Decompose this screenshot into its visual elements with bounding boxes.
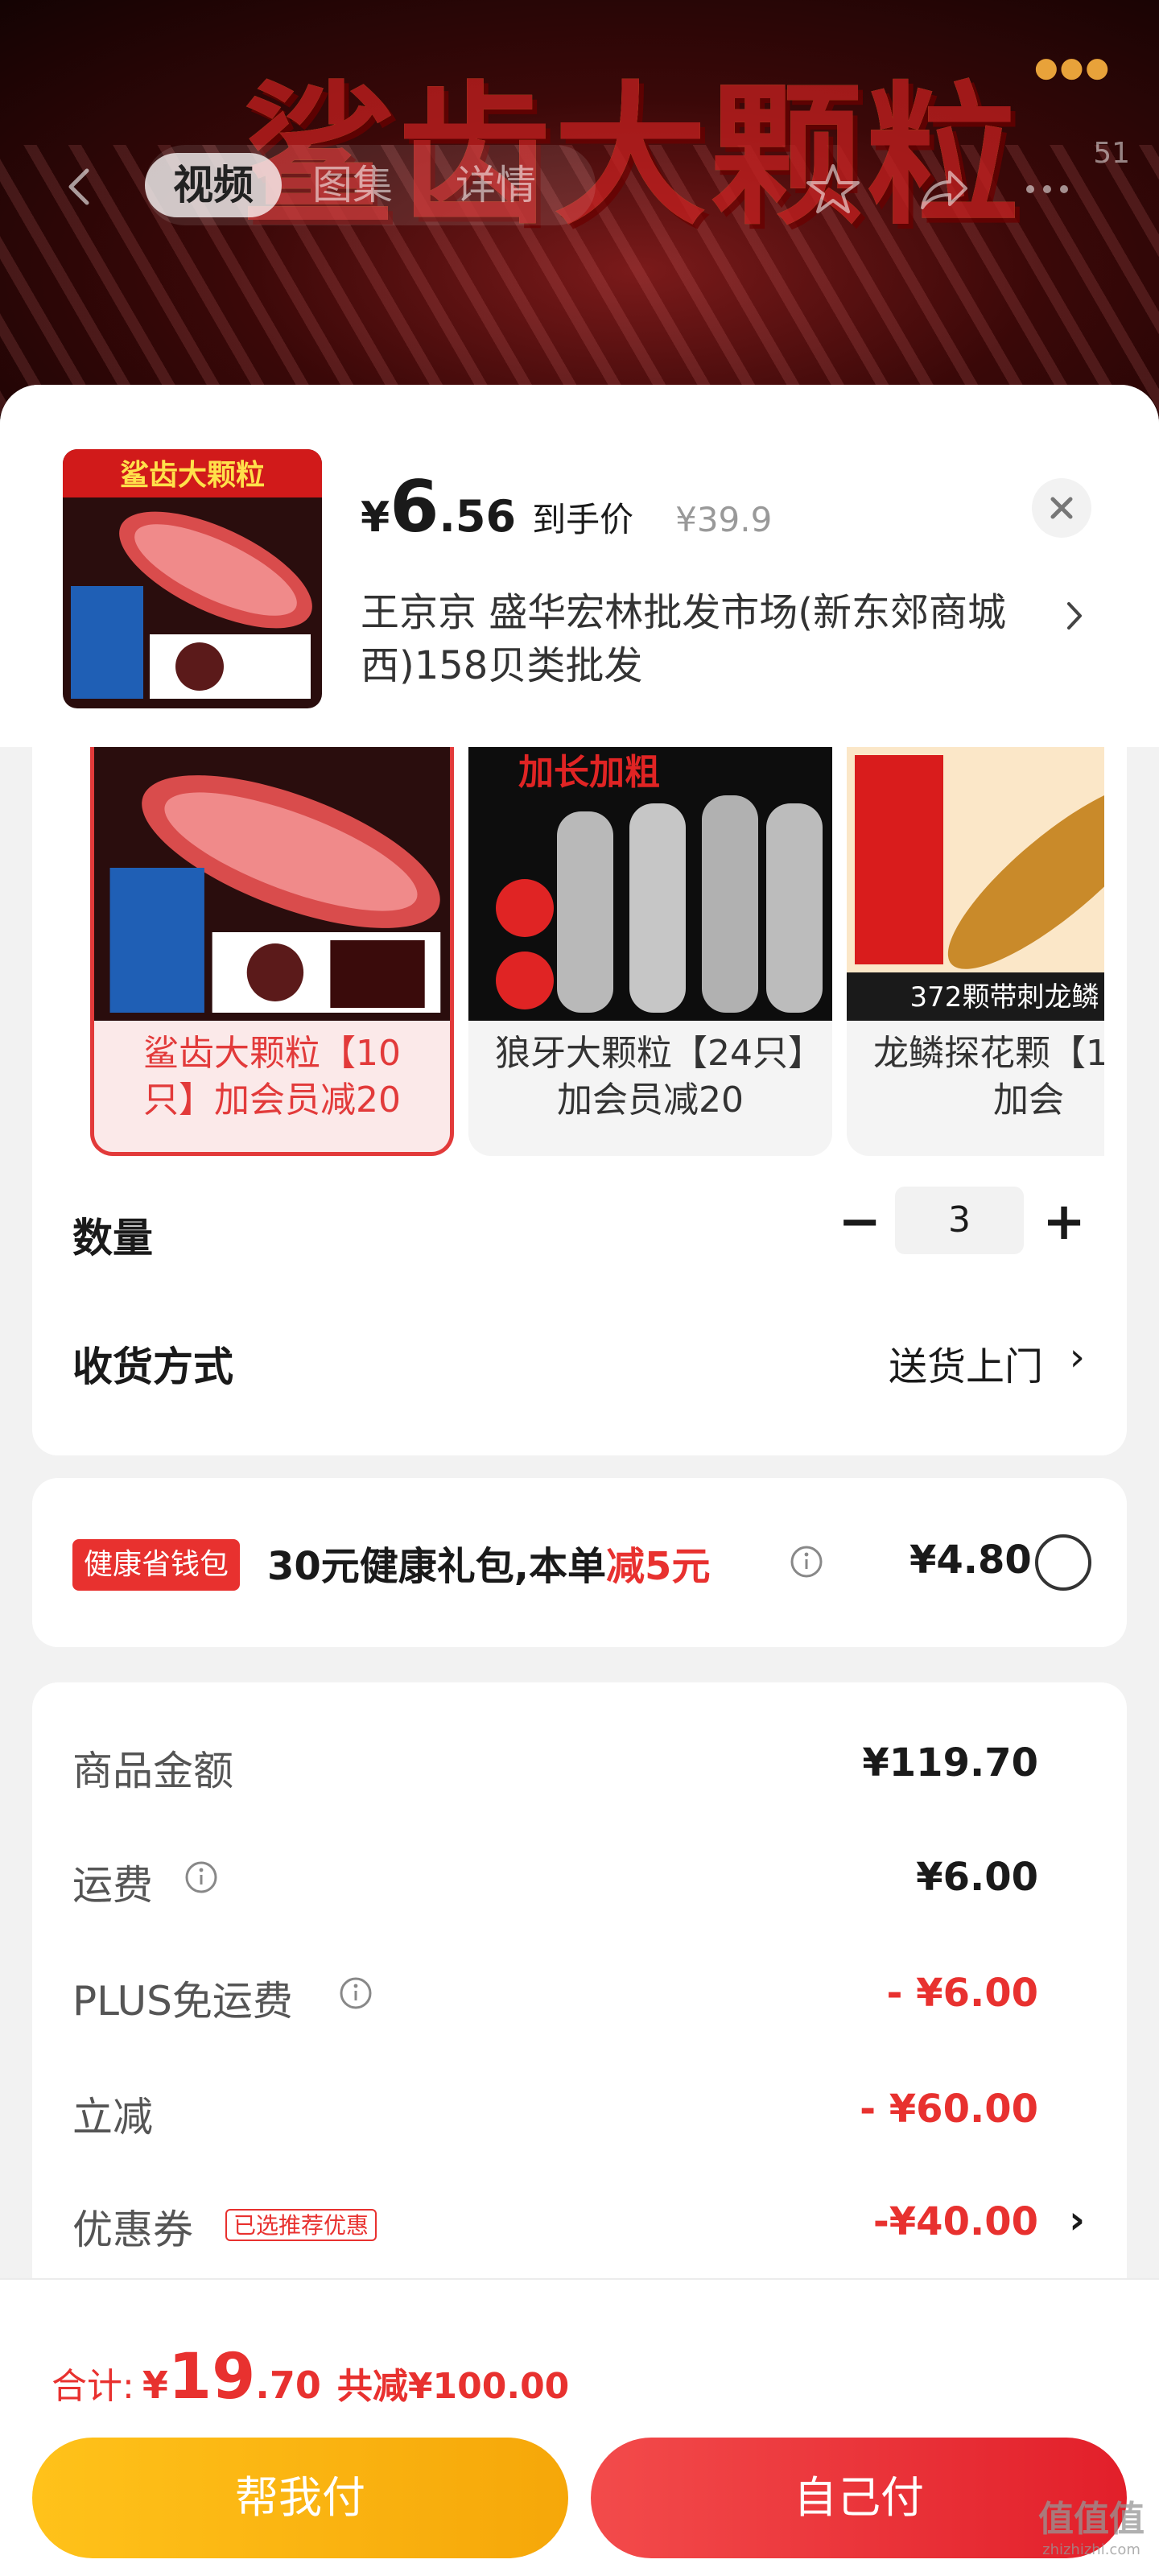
thumbnail-title: 鲨齿大颗粒 — [120, 459, 265, 492]
more-options-icon[interactable] — [1019, 161, 1075, 217]
variant-1-image — [94, 747, 450, 1021]
share-icon[interactable] — [914, 161, 971, 217]
total-symbol: ¥ — [142, 2363, 168, 2407]
summary-plus-free-shipping-label: PLUS免运费 — [72, 1978, 293, 2025]
help-me-pay-button[interactable]: 帮我付 — [32, 2438, 568, 2558]
plus-shipping-info-icon[interactable] — [338, 1975, 373, 2011]
options-card: 鲨齿大颗粒【10只】加会员减20 加长加粗 狼牙大颗粒【24只】加会员减20 3… — [32, 747, 1127, 1455]
variant-2-image: 加长加粗 — [468, 747, 832, 1021]
health-package-amount: ¥4.80 — [909, 1538, 1032, 1583]
total-integer: 19 — [167, 2341, 256, 2413]
total-saved: 共减¥100.00 — [336, 2366, 570, 2407]
summary-instant-discount-label: 立减 — [72, 2094, 153, 2140]
summary-plus-free-shipping-value: - ¥6.00 — [886, 1971, 1038, 2016]
original-price: ¥39.9 — [675, 500, 773, 539]
health-package-discount: 减5元 — [606, 1544, 711, 1589]
quantity-label: 数量 — [72, 1215, 153, 1261]
back-arrow-icon[interactable] — [56, 163, 105, 211]
variant-option-2[interactable]: 加长加粗 狼牙大颗粒【24只】加会员减20 — [468, 747, 832, 1156]
variant-2-image-title: 加长加粗 — [518, 752, 660, 793]
product-banner: 鲨齿大颗粒 ●●● 51 视频 图集 详情 — [0, 0, 1159, 451]
shipping-method-value[interactable]: 送货上门 — [889, 1335, 1043, 1391]
health-wallet-card: 健康省钱包 30元健康礼包,本单减5元 ¥4.80 — [32, 1478, 1127, 1647]
total-label: 合计: — [52, 2366, 134, 2407]
close-icon — [1050, 497, 1073, 519]
variant-1-label: 鲨齿大颗粒【10只】加会员减20 — [143, 1033, 401, 1121]
quantity-increase-button[interactable]: + — [1033, 1191, 1095, 1253]
order-total: 合计: ¥ 19 .70 共减¥100.00 — [52, 2341, 569, 2413]
total-decimal: .70 — [255, 2363, 321, 2407]
variant-2-label: 狼牙大颗粒【24只】加会员减20 — [495, 1033, 806, 1121]
tab-video[interactable]: 视频 — [145, 153, 282, 217]
checkout-bar: 合计: ¥ 19 .70 共减¥100.00 帮我付 自己付 值值值 zhizh… — [0, 2278, 1159, 2576]
favorite-star-icon[interactable] — [805, 161, 861, 217]
health-package-radio[interactable] — [1035, 1534, 1091, 1591]
variant-option-1[interactable]: 鲨齿大颗粒【10只】加会员减20 — [90, 747, 454, 1156]
summary-goods-amount-value: ¥119.70 — [862, 1740, 1038, 1785]
health-info-icon[interactable] — [789, 1544, 824, 1579]
price-symbol: ¥ — [361, 493, 390, 542]
variant-3-label: 龙鳞探花颗【10只】加会 — [873, 1033, 1104, 1121]
product-thumbnail-image: 鲨齿大颗粒 — [63, 449, 322, 708]
product-thumbnail: 鲨齿大颗粒 — [63, 449, 322, 708]
shipping-chevron-right-icon[interactable]: › — [1070, 1335, 1085, 1380]
watermark-main: 值值值 — [1038, 2499, 1145, 2540]
variant-option-3[interactable]: 372颗带刺龙鳞 龙鳞探花颗【10只】加会 — [847, 747, 1104, 1156]
coupon-recommended-tag: 已选推荐优惠 — [225, 2209, 377, 2241]
top-navigation: 视频 图集 详情 — [0, 145, 1159, 233]
status-bar-icons: ●●● — [1033, 52, 1111, 84]
shipping-method-label: 收货方式 — [72, 1344, 233, 1390]
summary-coupon-label: 优惠券 — [72, 2207, 193, 2253]
final-price-label: 到手价 — [532, 500, 634, 539]
shipping-fee-info-icon[interactable] — [184, 1860, 219, 1895]
summary-shipping-fee-label: 运费 — [72, 1862, 153, 1909]
summary-coupon-value[interactable]: -¥40.00 — [873, 2199, 1038, 2244]
sheet-header: 鲨齿大颗粒 ¥ 6 .56 到手价 ¥39.9 王京京 盛华宏林批发市场(新东郊… — [0, 385, 1159, 747]
price-row: ¥ 6 .56 到手价 ¥39.9 — [361, 465, 773, 548]
variant-3-image-caption: 372颗带刺龙鳞 — [910, 981, 1099, 1013]
health-package-prefix: 30元健康礼包,本单 — [267, 1544, 607, 1589]
price-integer: 6 — [390, 465, 439, 548]
health-wallet-badge: 健康省钱包 — [72, 1539, 241, 1591]
quantity-decrease-button[interactable]: − — [829, 1191, 890, 1253]
summary-goods-amount-label: 商品金额 — [72, 1748, 233, 1794]
site-watermark: 值值值 zhizhizhi.com — [1038, 2490, 1145, 2558]
quantity-input[interactable]: 3 — [895, 1187, 1024, 1254]
tab-details[interactable]: 详情 — [456, 153, 536, 217]
summary-instant-discount-value: - ¥60.00 — [860, 2087, 1038, 2132]
close-button[interactable] — [1032, 478, 1091, 538]
price-decimal: .56 — [439, 491, 517, 542]
delivery-address[interactable]: 王京京 盛华宏林批发市场(新东郊商城西)158贝类批发 — [361, 586, 1045, 692]
variant-3-image: 372颗带刺龙鳞 — [847, 747, 1104, 1021]
address-chevron-right-icon[interactable] — [1061, 596, 1088, 636]
order-sheet: 鲨齿大颗粒 ¥ 6 .56 到手价 ¥39.9 王京京 盛华宏林批发市场(新东郊… — [0, 385, 1159, 2576]
coupon-chevron-right-icon[interactable]: › — [1069, 2198, 1085, 2243]
watermark-sub: zhizhizhi.com — [1042, 2541, 1140, 2558]
tab-gallery[interactable]: 图集 — [312, 153, 393, 217]
health-package-text: 30元健康礼包,本单减5元 — [267, 1534, 710, 1591]
summary-shipping-fee-value: ¥6.00 — [916, 1855, 1038, 1900]
variant-selector: 鲨齿大颗粒【10只】加会员减20 加长加粗 狼牙大颗粒【24只】加会员减20 3… — [90, 747, 1104, 1158]
